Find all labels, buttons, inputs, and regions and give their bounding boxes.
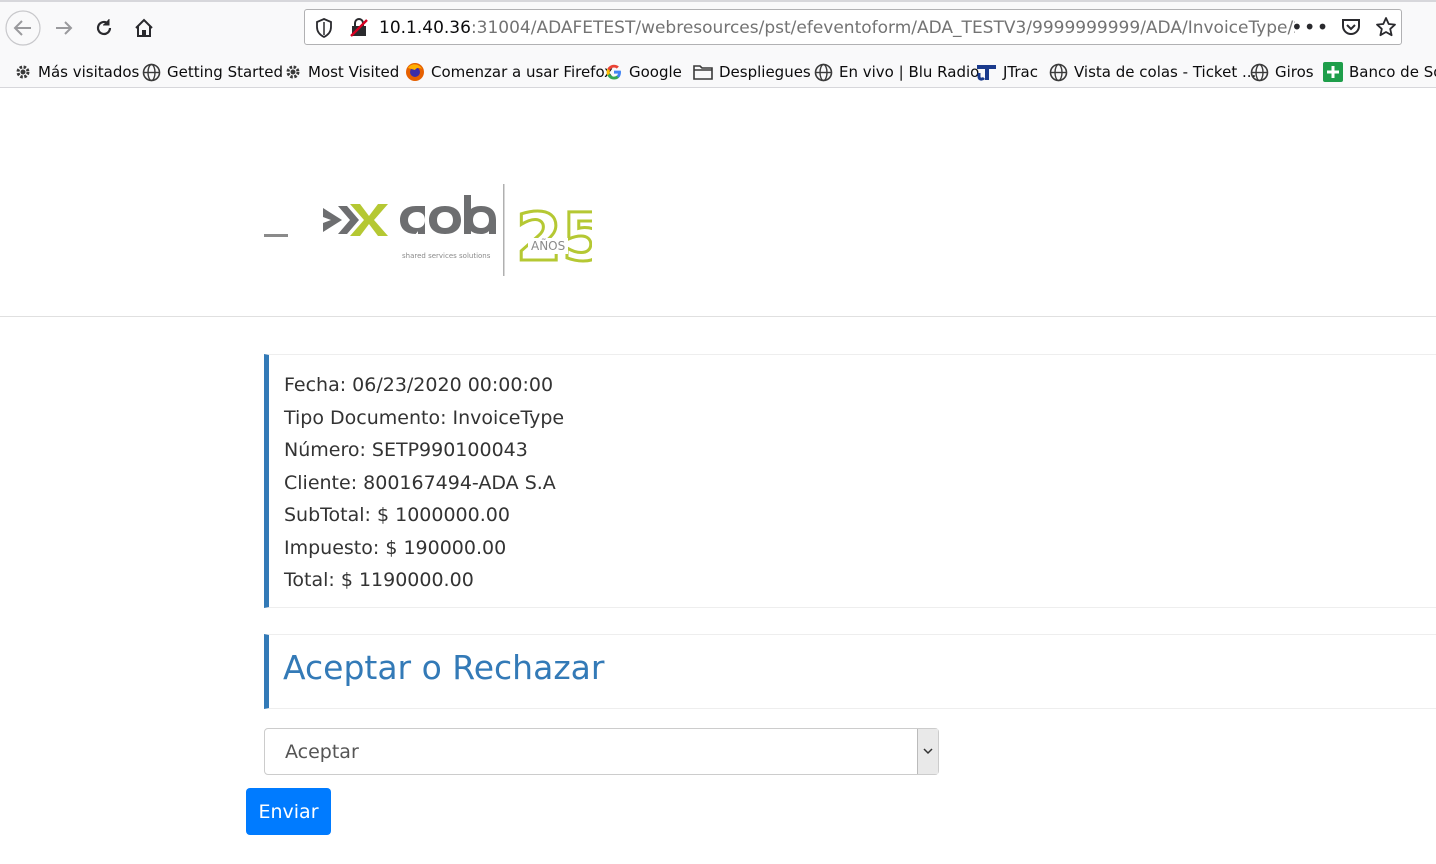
bookmark-banco[interactable]: Banco de So	[1323, 62, 1436, 82]
back-button[interactable]	[5, 10, 41, 46]
impuesto-text: Impuesto: $ 190000.00	[284, 537, 507, 559]
bookmark-label: JTrac	[1003, 63, 1038, 81]
globe-icon	[142, 63, 161, 81]
cliente-text: Cliente: 800167494-ADA S.A	[284, 472, 556, 494]
collapsed-menu-dash	[264, 234, 288, 237]
shield-icon[interactable]	[315, 18, 333, 38]
tipo-documento-text: Tipo Documento: InvoiceType	[284, 407, 565, 429]
globe-icon	[1250, 63, 1269, 81]
logo-anos: AÑOS	[531, 238, 565, 253]
chevron-down-icon	[923, 748, 933, 755]
jtrac-icon	[977, 64, 996, 81]
bookmark-label: Comenzar a usar Firefox	[431, 63, 614, 81]
bookmark-label: Vista de colas - Ticket ...	[1074, 63, 1257, 81]
folder-icon	[693, 65, 713, 80]
globe-icon	[814, 63, 833, 81]
globe-icon	[1049, 63, 1068, 81]
bookmark-mas-visitados[interactable]: Más visitados	[14, 62, 139, 82]
reload-icon	[96, 19, 112, 36]
address-bar[interactable]: 10.1.40.36:31004/ADAFETEST/webresources/…	[304, 9, 1402, 45]
bookmark-getting-started[interactable]: Getting Started	[142, 62, 283, 82]
bookmark-giros[interactable]: Giros	[1250, 62, 1314, 82]
firefox-icon	[406, 63, 424, 81]
bookmark-most-visited[interactable]: Most Visited	[284, 62, 399, 82]
decision-heading: Aceptar o Rechazar	[283, 648, 605, 687]
decision-panel: Aceptar o Rechazar	[264, 634, 1436, 709]
url-path: :31004/ADAFETEST/webresources/pst/efeven…	[470, 18, 1295, 38]
bookmark-label: Getting Started	[167, 63, 283, 81]
insecure-lock-icon[interactable]	[349, 18, 369, 38]
selected-value: Aceptar	[285, 741, 359, 763]
page-actions-menu-icon[interactable]: •••	[1291, 15, 1329, 39]
bookmark-google[interactable]: Google	[605, 62, 682, 82]
ada-25-logo: shared services solutions 25 AÑOS	[323, 184, 592, 278]
bookmark-label: Most Visited	[308, 63, 400, 81]
numero-text: Número: SETP990100043	[284, 439, 528, 461]
bookmark-label: En vivo | Blu Radio	[839, 63, 980, 81]
bookmark-star-icon[interactable]	[1375, 16, 1397, 38]
bookmark-comenzar-firefox[interactable]: Comenzar a usar Firefox	[405, 62, 613, 82]
select-arrow[interactable]	[917, 729, 938, 774]
forward-arrow-icon	[56, 21, 73, 35]
bookmarks-toolbar: Más visitados Getting Started Most Visit…	[0, 56, 1436, 88]
google-icon	[606, 64, 621, 80]
window-top-border	[0, 0, 1436, 2]
home-icon	[135, 18, 153, 37]
bookmark-label: Más visitados	[38, 63, 140, 81]
bookmark-jtrac[interactable]: JTrac	[976, 62, 1038, 82]
bookmark-despliegues[interactable]: Despliegues	[693, 62, 811, 82]
logo-tagline: shared services solutions	[402, 252, 491, 260]
enviar-button[interactable]: Enviar	[246, 788, 331, 835]
gear-icon	[286, 65, 300, 79]
bookmark-blu-radio[interactable]: En vivo | Blu Radio	[814, 62, 979, 82]
total-text: Total: $ 1190000.00	[284, 569, 474, 591]
bookmark-label: Google	[629, 63, 682, 81]
bookmark-label: Giros	[1275, 63, 1314, 81]
bookmark-vista-colas[interactable]: Vista de colas - Ticket ...	[1049, 62, 1256, 82]
gear-icon	[16, 65, 30, 79]
fecha-text: Fecha: 06/23/2020 00:00:00	[284, 374, 554, 396]
back-arrow-icon	[5, 10, 41, 46]
url-host: 10.1.40.36	[379, 18, 471, 38]
bookmark-label: Despliegues	[719, 63, 811, 81]
logo-25: 25	[516, 199, 592, 276]
reload-button[interactable]	[86, 10, 122, 46]
pocket-icon[interactable]	[1341, 17, 1361, 37]
bookmark-label: Banco de So	[1349, 63, 1436, 81]
plus-icon	[1323, 62, 1343, 82]
invoice-info-panel: Fecha: 06/23/2020 00:00:00 Tipo Document…	[264, 354, 1436, 608]
url-text: 10.1.40.36:31004/ADAFETEST/webresources/…	[379, 18, 1295, 38]
home-button[interactable]	[126, 10, 162, 46]
browser-toolbar: 10.1.40.36:31004/ADAFETEST/webresources/…	[0, 0, 1436, 56]
forward-button[interactable]	[46, 10, 82, 46]
header-divider	[0, 316, 1436, 317]
subtotal-text: SubTotal: $ 1000000.00	[284, 504, 510, 526]
decision-select[interactable]: Aceptar	[264, 728, 939, 775]
